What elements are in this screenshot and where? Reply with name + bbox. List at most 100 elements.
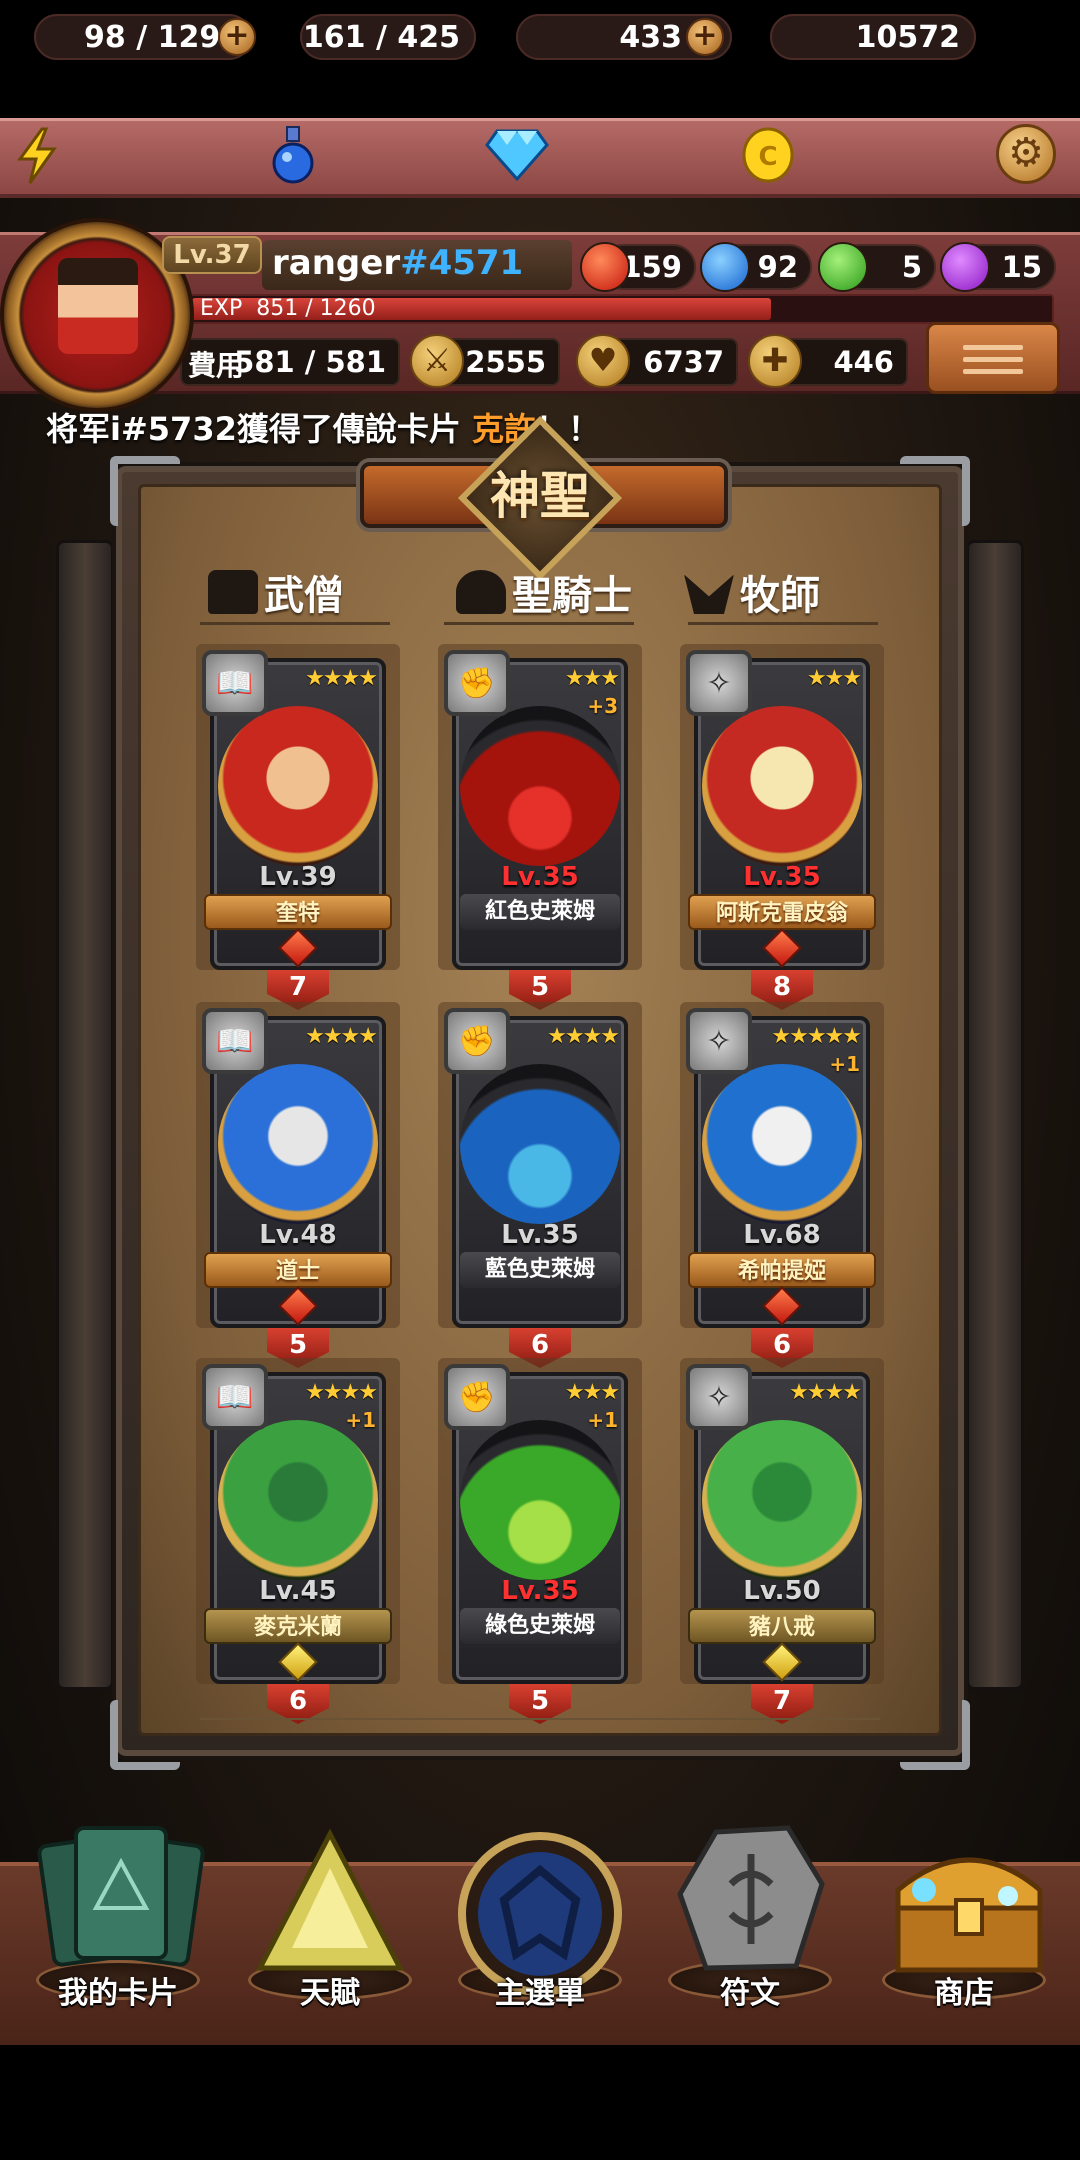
potion-counter: 161 / 425 — [300, 14, 476, 60]
rarity-gem-icon — [278, 1642, 318, 1682]
fire-orb-icon — [580, 242, 630, 292]
book-icon — [208, 570, 258, 614]
card-level: Lv.68 — [743, 1220, 821, 1250]
card-red-slime[interactable]: ✊ ★★★ +3 Lv.35 紅色史萊姆 — [444, 650, 628, 970]
water-orb-icon — [700, 242, 750, 292]
card-portrait — [460, 1420, 620, 1580]
rune-stone-icon — [676, 1824, 826, 1974]
nav-label: 商店 — [934, 1976, 994, 2011]
card-level: Lv.45 — [259, 1576, 337, 1606]
card-upgrade-bonus: +1 — [345, 1408, 376, 1432]
card-taoist[interactable]: 📖 ★★★★ Lv.48 道士 — [202, 1008, 392, 1328]
nav-my-cards[interactable]: 我的卡片 — [18, 1818, 218, 2040]
rarity-gem-icon — [762, 928, 802, 968]
card-portrait — [702, 1064, 862, 1224]
nav-runes[interactable]: 符文 — [650, 1818, 850, 2040]
card-portrait — [218, 706, 378, 866]
divider — [444, 622, 634, 625]
frame-corner — [900, 456, 970, 526]
card-level: Lv.35 — [501, 1576, 579, 1606]
bottom-letterbox — [0, 2045, 1080, 2160]
add-stamina-button[interactable]: + — [218, 18, 256, 56]
player-name: ranger#4571 — [272, 243, 524, 283]
card-level: Lv.48 — [259, 1220, 337, 1250]
card-level: Lv.50 — [743, 1576, 821, 1606]
card-star-rating: ★★★ — [806, 666, 862, 691]
card-portrait — [702, 706, 862, 866]
divider — [200, 1718, 880, 1720]
card-name: 藍色史萊姆 — [460, 1252, 620, 1288]
card-deck-icon — [36, 1818, 206, 1978]
card-level: Lv.39 — [259, 862, 337, 892]
card-name: 綠色史萊姆 — [460, 1608, 620, 1644]
card-star-rating: ★★★★ — [547, 1024, 620, 1049]
treasure-chest-icon — [884, 1830, 1054, 1980]
card-zhu-bajie[interactable]: ✧ ★★★★ Lv.50 豬八戒 — [686, 1364, 876, 1684]
frame-corner — [900, 1700, 970, 1770]
right-frame-pillar — [966, 540, 1024, 1690]
rarity-gem-icon — [278, 928, 318, 968]
card-name: 道士 — [204, 1252, 392, 1288]
card-portrait — [460, 1064, 620, 1224]
nav-label: 我的卡片 — [58, 1976, 178, 2011]
divider — [200, 622, 390, 625]
card-upgrade-bonus: +1 — [587, 1408, 618, 1432]
frame-corner — [110, 1700, 180, 1770]
book-icon: 📖 — [202, 1008, 268, 1074]
rarity-gem-icon — [278, 1286, 318, 1326]
card-name: 希帕提婭 — [688, 1252, 876, 1288]
card-green-slime[interactable]: ✊ ★★★ +1 Lv.35 綠色史萊姆 — [444, 1364, 628, 1684]
card-portrait — [218, 1420, 378, 1580]
card-name: 奎特 — [204, 894, 392, 930]
menu-button[interactable] — [926, 322, 1060, 394]
card-asclepion[interactable]: ✧ ★★★ Lv.35 阿斯克雷皮翁 — [686, 650, 876, 970]
card-star-rating: ★★★★ — [305, 1024, 378, 1049]
nav-main-menu[interactable]: 主選單 — [440, 1818, 640, 2040]
card-level: Lv.35 — [743, 862, 821, 892]
card-level: Lv.35 — [501, 862, 579, 892]
card-hypatia[interactable]: ✧ ★★★★★ +1 Lv.68 希帕提婭 — [686, 1008, 876, 1328]
card-name: 阿斯克雷皮翁 — [688, 894, 876, 930]
card-star-rating: ★★★★ — [305, 666, 378, 691]
card-star-rating: ★★★ — [564, 666, 620, 691]
fist-icon: ✊ — [444, 1364, 510, 1430]
nature-orb-icon — [818, 242, 868, 292]
card-portrait — [460, 706, 620, 866]
book-icon: 📖 — [202, 1364, 268, 1430]
fist-icon: ✊ — [444, 650, 510, 716]
gold-coin-icon: C — [740, 126, 796, 184]
column-header-priest: 牧師 — [684, 564, 820, 620]
card-star-rating: ★★★★★ — [771, 1024, 862, 1049]
wings-icon: ✧ — [686, 1008, 752, 1074]
add-gems-button[interactable]: + — [686, 18, 724, 56]
settings-gear-button[interactable]: ⚙ — [996, 124, 1056, 184]
wings-icon — [684, 574, 734, 614]
crossed-swords-icon: ⚔ — [410, 334, 464, 388]
nav-label: 符文 — [720, 1976, 780, 2011]
svg-text:C: C — [758, 142, 777, 172]
triangle-crystal-icon — [250, 1828, 410, 1978]
divider — [688, 622, 878, 625]
lightning-icon — [12, 126, 62, 186]
card-macmillan[interactable]: 📖 ★★★★ +1 Lv.45 麥克米蘭 — [202, 1364, 392, 1684]
nav-talents[interactable]: 天賦 — [230, 1818, 430, 2040]
gold-counter: 10572 — [770, 14, 976, 60]
faction-title: 神聖 — [490, 467, 590, 525]
player-level-badge: Lv.37 — [162, 236, 262, 274]
nav-shop[interactable]: 商店 — [864, 1818, 1064, 2040]
plus-cross-icon: ✚ — [748, 334, 802, 388]
nav-label: 天賦 — [300, 1976, 360, 2011]
card-blue-slime[interactable]: ✊ ★★★★ Lv.35 藍色史萊姆 — [444, 1008, 628, 1328]
wings-icon: ✧ — [686, 650, 752, 716]
book-icon: 📖 — [202, 650, 268, 716]
card-quit[interactable]: 📖 ★★★★ Lv.39 奎特 — [202, 650, 392, 970]
card-name: 麥克米蘭 — [204, 1608, 392, 1644]
rarity-gem-icon — [762, 1642, 802, 1682]
card-star-rating: ★★★ — [564, 1380, 620, 1405]
dark-orb-icon — [940, 242, 990, 292]
card-upgrade-bonus: +1 — [829, 1052, 860, 1076]
card-level: Lv.35 — [501, 1220, 579, 1250]
nav-label: 主選單 — [495, 1976, 585, 2011]
card-name: 豬八戒 — [688, 1608, 876, 1644]
card-star-rating: ★★★★ — [789, 1380, 862, 1405]
